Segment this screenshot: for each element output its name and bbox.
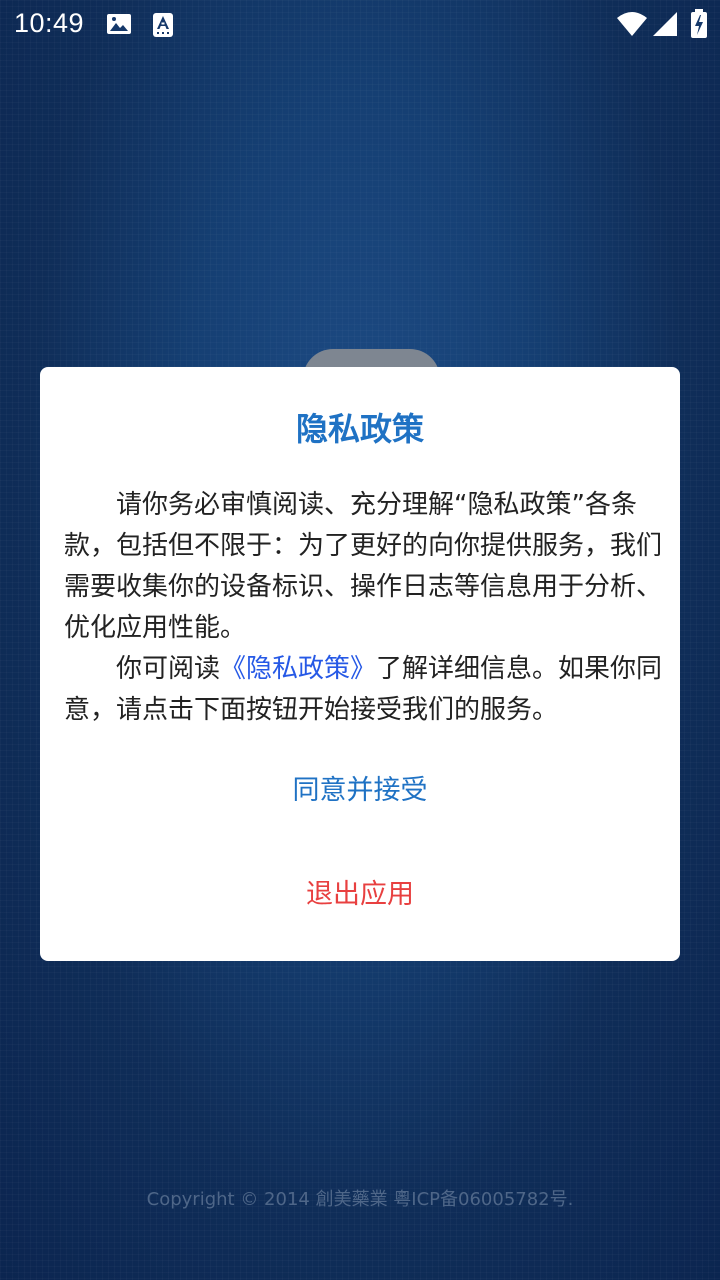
paragraph-2-prefix: 你可阅读 bbox=[116, 654, 221, 684]
dialog-body: 请你务必审慎阅读、充分理解“隐私政策”各条款，包括但不限于：为了更好的向你提供服… bbox=[64, 485, 664, 731]
image-icon bbox=[106, 12, 132, 40]
privacy-policy-link[interactable]: 《隐私政策》 bbox=[220, 654, 376, 684]
status-bar: 10:49 bbox=[0, 0, 720, 50]
signal-icon bbox=[652, 10, 678, 42]
status-time: 10:49 bbox=[14, 8, 85, 38]
privacy-paragraph-2: 你可阅读《隐私政策》了解详细信息。如果你同意，请点击下面按钮开始接受我们的服务。 bbox=[64, 649, 664, 731]
wifi-icon bbox=[616, 10, 648, 42]
battery-charging-icon bbox=[690, 9, 708, 43]
keyboard-a-icon bbox=[152, 12, 174, 42]
exit-app-button[interactable]: 退出应用 bbox=[40, 864, 680, 926]
dialog-title: 隐私政策 bbox=[295, 410, 424, 448]
privacy-paragraph-1: 请你务必审慎阅读、充分理解“隐私政策”各条款，包括但不限于：为了更好的向你提供服… bbox=[64, 490, 663, 643]
agree-button[interactable]: 同意并接受 bbox=[40, 760, 680, 822]
copyright-text: Copyright © 2014 創美藥業 粵ICP备06005782号. bbox=[146, 1189, 574, 1210]
app-screen: 10:49 隐私政策 请你务必审慎阅读、充分理解“隐私政策”各条款，包括但不限于… bbox=[0, 0, 720, 1280]
